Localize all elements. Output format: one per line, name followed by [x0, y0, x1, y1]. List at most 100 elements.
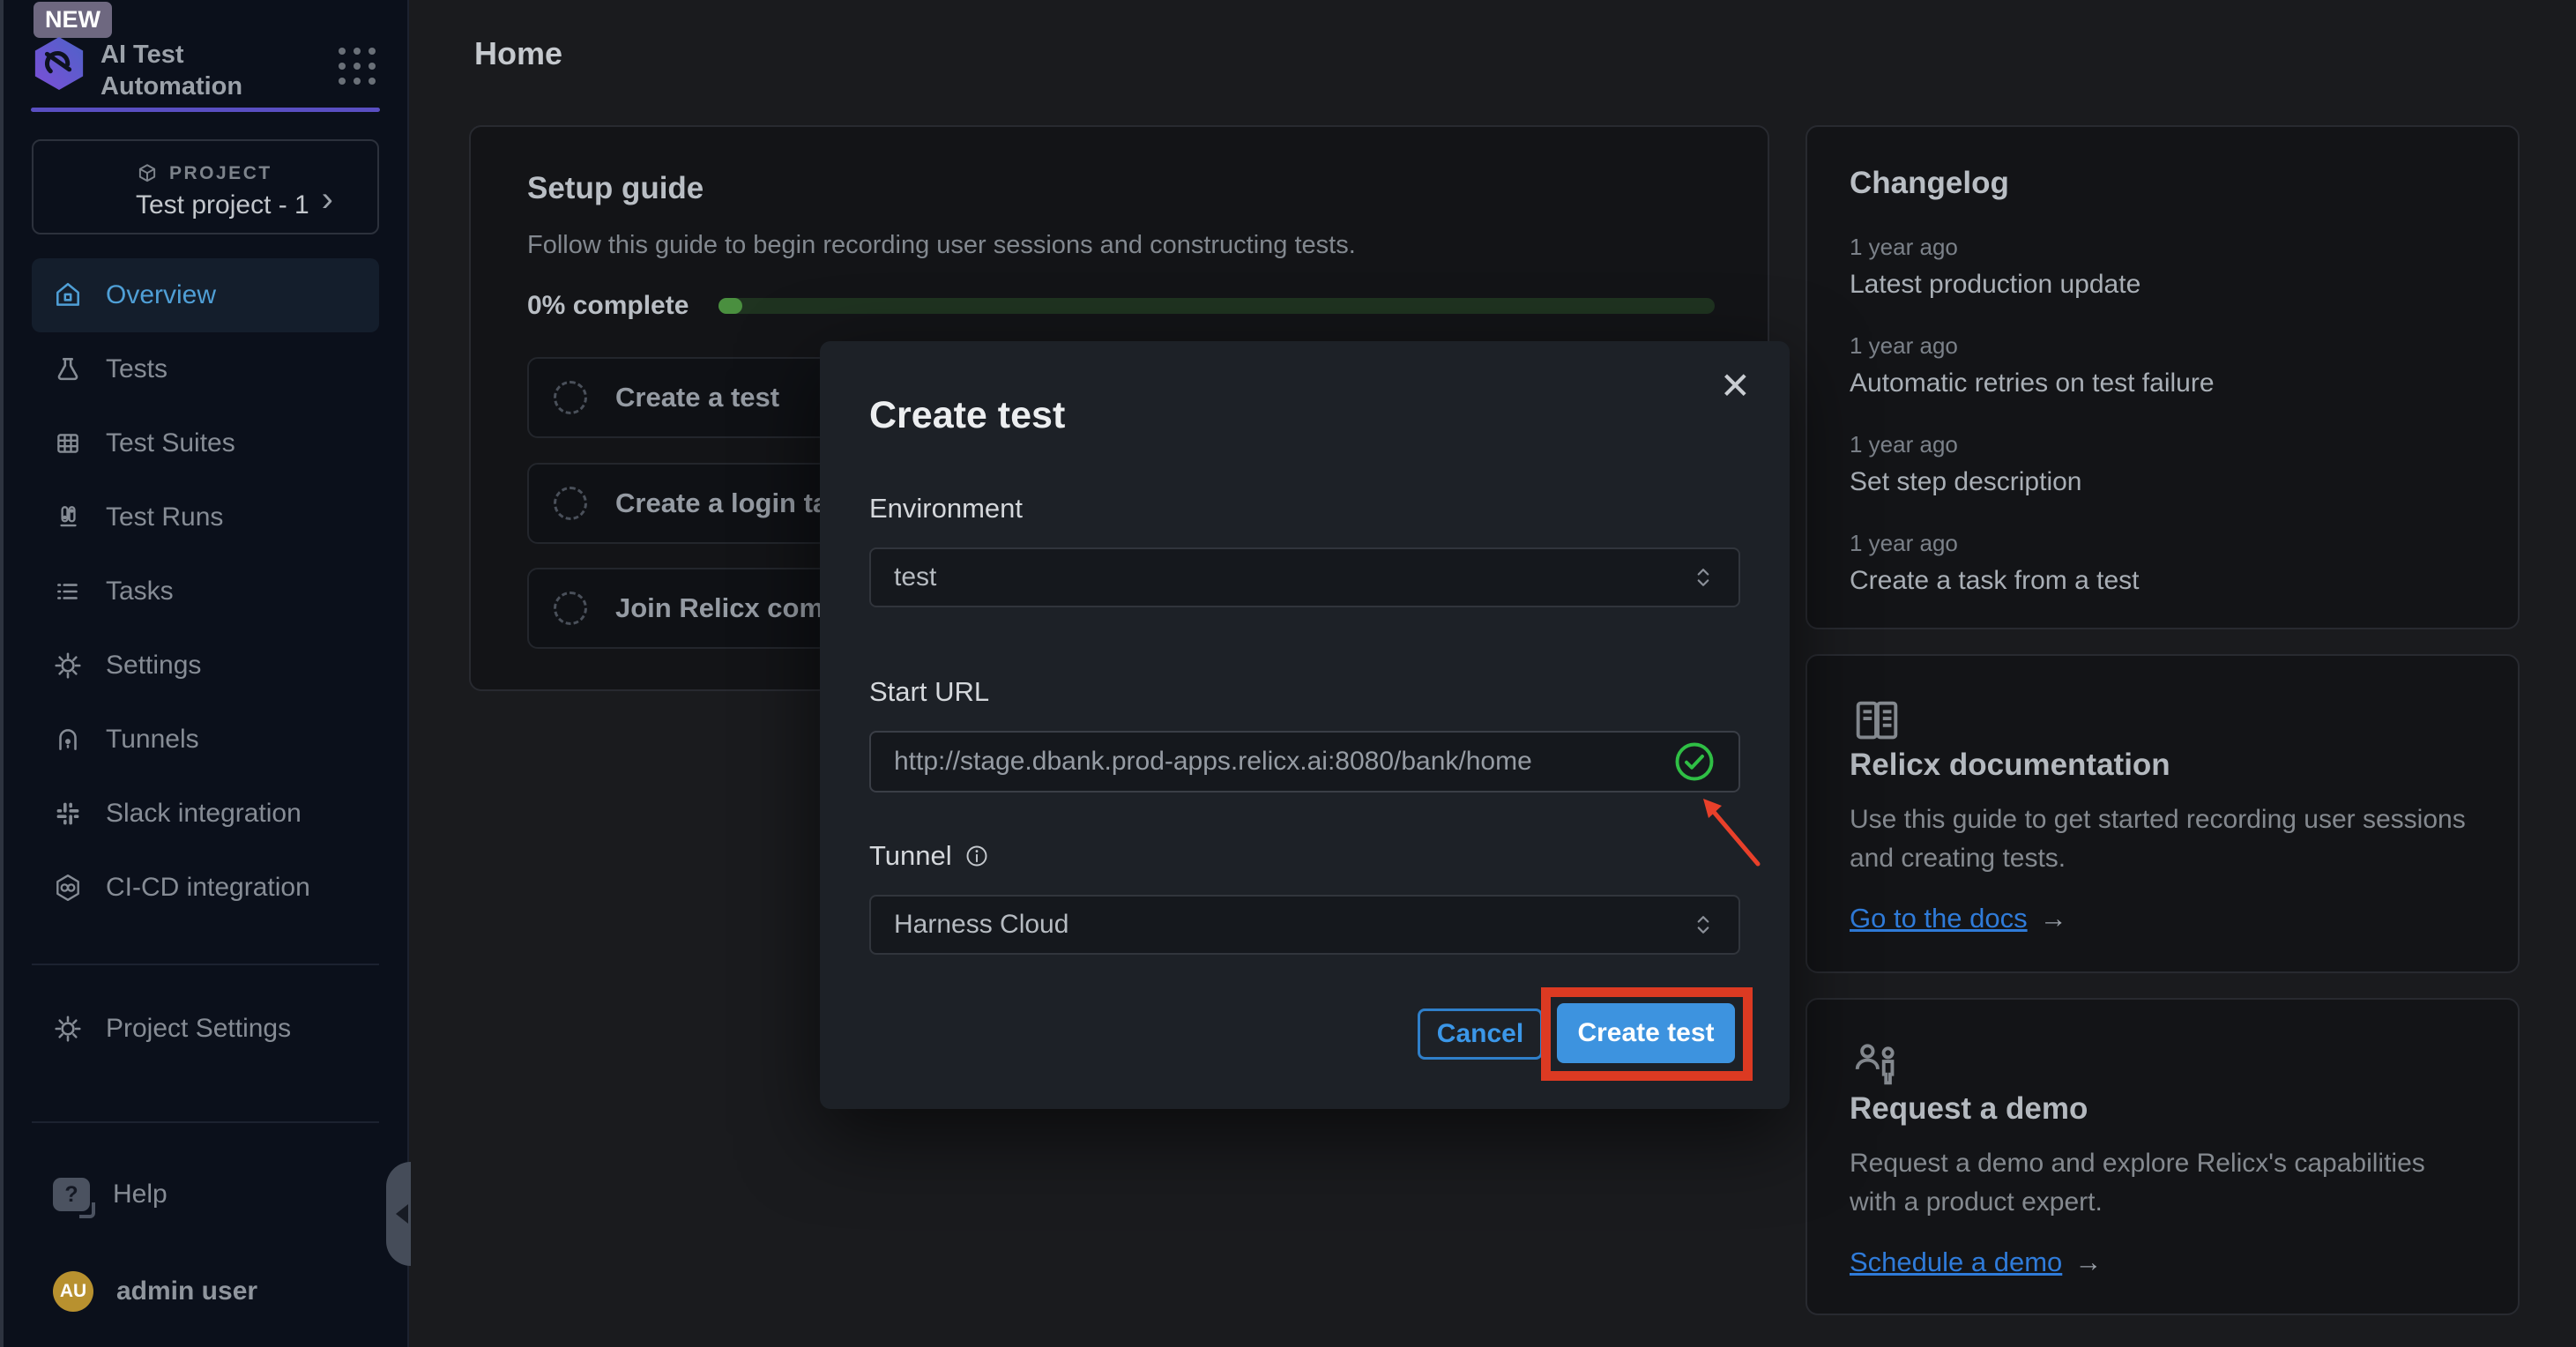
help-chat-icon: ? [53, 1178, 90, 1211]
sidebar-item-test-suites[interactable]: Test Suites [32, 406, 379, 480]
close-icon[interactable]: ✕ [1720, 368, 1751, 405]
people-icon [1850, 1037, 2475, 1091]
start-url-input[interactable]: http://stage.dbank.prod-apps.relicx.ai:8… [869, 731, 1740, 793]
info-icon[interactable] [964, 844, 989, 868]
sidebar-item-label: Project Settings [106, 1014, 291, 1044]
sidebar-nav: Overview Tests Test Suites [32, 258, 379, 1066]
sidebar-item-test-runs[interactable]: Test Runs [32, 480, 379, 554]
setup-item-label: Create a test [615, 382, 779, 413]
request-demo-body: Request a demo and explore Relicx's capa… [1850, 1144, 2475, 1222]
gear-icon [53, 651, 83, 681]
request-demo-title: Request a demo [1850, 1091, 2475, 1127]
hexagon-logo-icon [32, 35, 86, 92]
sidebar-item-label: Slack integration [106, 799, 302, 829]
progress-fill [718, 298, 742, 314]
project-eyebrow-label: PROJECT [169, 163, 272, 184]
changelog-time: 1 year ago [1850, 431, 2475, 458]
sidebar-item-label: Overview [106, 280, 216, 310]
app-title: AI Test Automation [101, 39, 294, 102]
page-title: Home [474, 35, 562, 72]
slack-icon [53, 799, 83, 829]
sidebar-footer-divider [32, 1121, 379, 1123]
sidebar-item-tests[interactable]: Tests [32, 332, 379, 406]
sidebar-item-settings[interactable]: Settings [32, 629, 379, 703]
new-badge: NEW [34, 2, 112, 38]
grid-icon [53, 428, 83, 458]
changelog-time: 1 year ago [1850, 234, 2475, 261]
start-url-value: http://stage.dbank.prod-apps.relicx.ai:8… [894, 747, 1532, 777]
user-menu[interactable]: AU admin user [32, 1254, 379, 1328]
sidebar-item-label: Tasks [106, 577, 174, 607]
select-updown-icon [1691, 912, 1716, 937]
environment-select[interactable]: test [869, 547, 1740, 607]
environment-value: test [894, 562, 936, 592]
arrow-right-icon: → [2040, 903, 2067, 934]
setup-progress: 0% complete [527, 291, 1715, 321]
schedule-demo-link[interactable]: Schedule a demo [1850, 1247, 2062, 1278]
modal-title: Create test [869, 394, 1065, 437]
tunnel-value: Harness Cloud [894, 910, 1068, 940]
changelog-text: Latest production update [1850, 270, 2475, 300]
changelog-time: 1 year ago [1850, 332, 2475, 360]
sidebar-item-label: Tunnels [106, 725, 199, 755]
create-test-modal: ✕ Create test Environment test Start URL… [820, 341, 1790, 1109]
sidebar-item-label: Test Runs [106, 502, 223, 532]
sidebar-item-label: Test Suites [106, 428, 235, 458]
project-selector[interactable]: PROJECT Test project - 1 › [32, 139, 379, 234]
changelog-entry: 1 year ago Create a task from a test [1850, 530, 2475, 596]
changelog-title: Changelog [1850, 166, 2475, 201]
cicd-icon [53, 873, 83, 903]
user-name: admin user [116, 1276, 257, 1306]
select-updown-icon [1691, 565, 1716, 590]
sidebar-item-project-settings[interactable]: Project Settings [32, 992, 379, 1066]
changelog-text: Create a task from a test [1850, 566, 2475, 596]
sidebar-divider [32, 964, 379, 965]
progress-label: 0% complete [527, 291, 689, 321]
flask-icon [53, 354, 83, 384]
tunnel-select[interactable]: Harness Cloud [869, 895, 1740, 955]
changelog-entry: 1 year ago Automatic retries on test fai… [1850, 332, 2475, 398]
apps-grid-icon[interactable] [339, 48, 376, 85]
progress-bar [718, 298, 1715, 314]
arrow-right-icon: → [2074, 1247, 2102, 1278]
tunnel-icon [53, 725, 83, 755]
sidebar: NEW AI Test Automation PROJECT Test proj… [0, 0, 409, 1347]
sidebar-item-overview[interactable]: Overview [32, 258, 379, 332]
chevron-right-icon: › [322, 182, 333, 217]
tasks-list-icon [53, 577, 83, 607]
setup-guide-title: Setup guide [527, 171, 704, 206]
setup-guide-subtitle: Follow this guide to begin recording use… [527, 231, 1356, 260]
sidebar-item-label: Tests [106, 354, 168, 384]
sidebar-item-tunnels[interactable]: Tunnels [32, 703, 379, 777]
sidebar-item-tasks[interactable]: Tasks [32, 554, 379, 629]
sidebar-item-label: Settings [106, 651, 201, 681]
incomplete-circle-icon [554, 592, 587, 625]
request-demo-card: Request a demo Request a demo and explor… [1805, 998, 2520, 1315]
changelog-entry: 1 year ago Set step description [1850, 431, 2475, 497]
help-label: Help [113, 1180, 168, 1209]
sidebar-item-slack-integration[interactable]: Slack integration [32, 777, 379, 851]
test-runs-icon [53, 502, 83, 532]
sidebar-item-label: CI-CD integration [106, 873, 310, 903]
changelog-time: 1 year ago [1850, 530, 2475, 557]
changelog-card: Changelog 1 year ago Latest production u… [1805, 125, 2520, 629]
incomplete-circle-icon [554, 487, 587, 520]
check-circle-icon [1673, 740, 1716, 783]
changelog-text: Automatic retries on test failure [1850, 368, 2475, 398]
book-icon [1850, 693, 2475, 748]
documentation-title: Relicx documentation [1850, 748, 2475, 783]
window-edge [0, 0, 4, 1347]
tunnel-label: Tunnel [869, 840, 989, 872]
cancel-button[interactable]: Cancel [1418, 1008, 1543, 1060]
environment-label: Environment [869, 493, 1023, 525]
sidebar-collapse-handle[interactable] [386, 1162, 411, 1266]
project-name: Test project - 1 [136, 190, 309, 220]
help-button[interactable]: ? Help [32, 1157, 379, 1232]
go-to-docs-link[interactable]: Go to the docs [1850, 903, 2028, 934]
documentation-card: Relicx documentation Use this guide to g… [1805, 654, 2520, 973]
create-test-button[interactable]: Create test [1557, 1003, 1735, 1063]
sidebar-item-cicd-integration[interactable]: CI-CD integration [32, 851, 379, 925]
documentation-body: Use this guide to get started recording … [1850, 800, 2475, 878]
gear-icon [53, 1014, 83, 1044]
avatar: AU [53, 1271, 93, 1312]
